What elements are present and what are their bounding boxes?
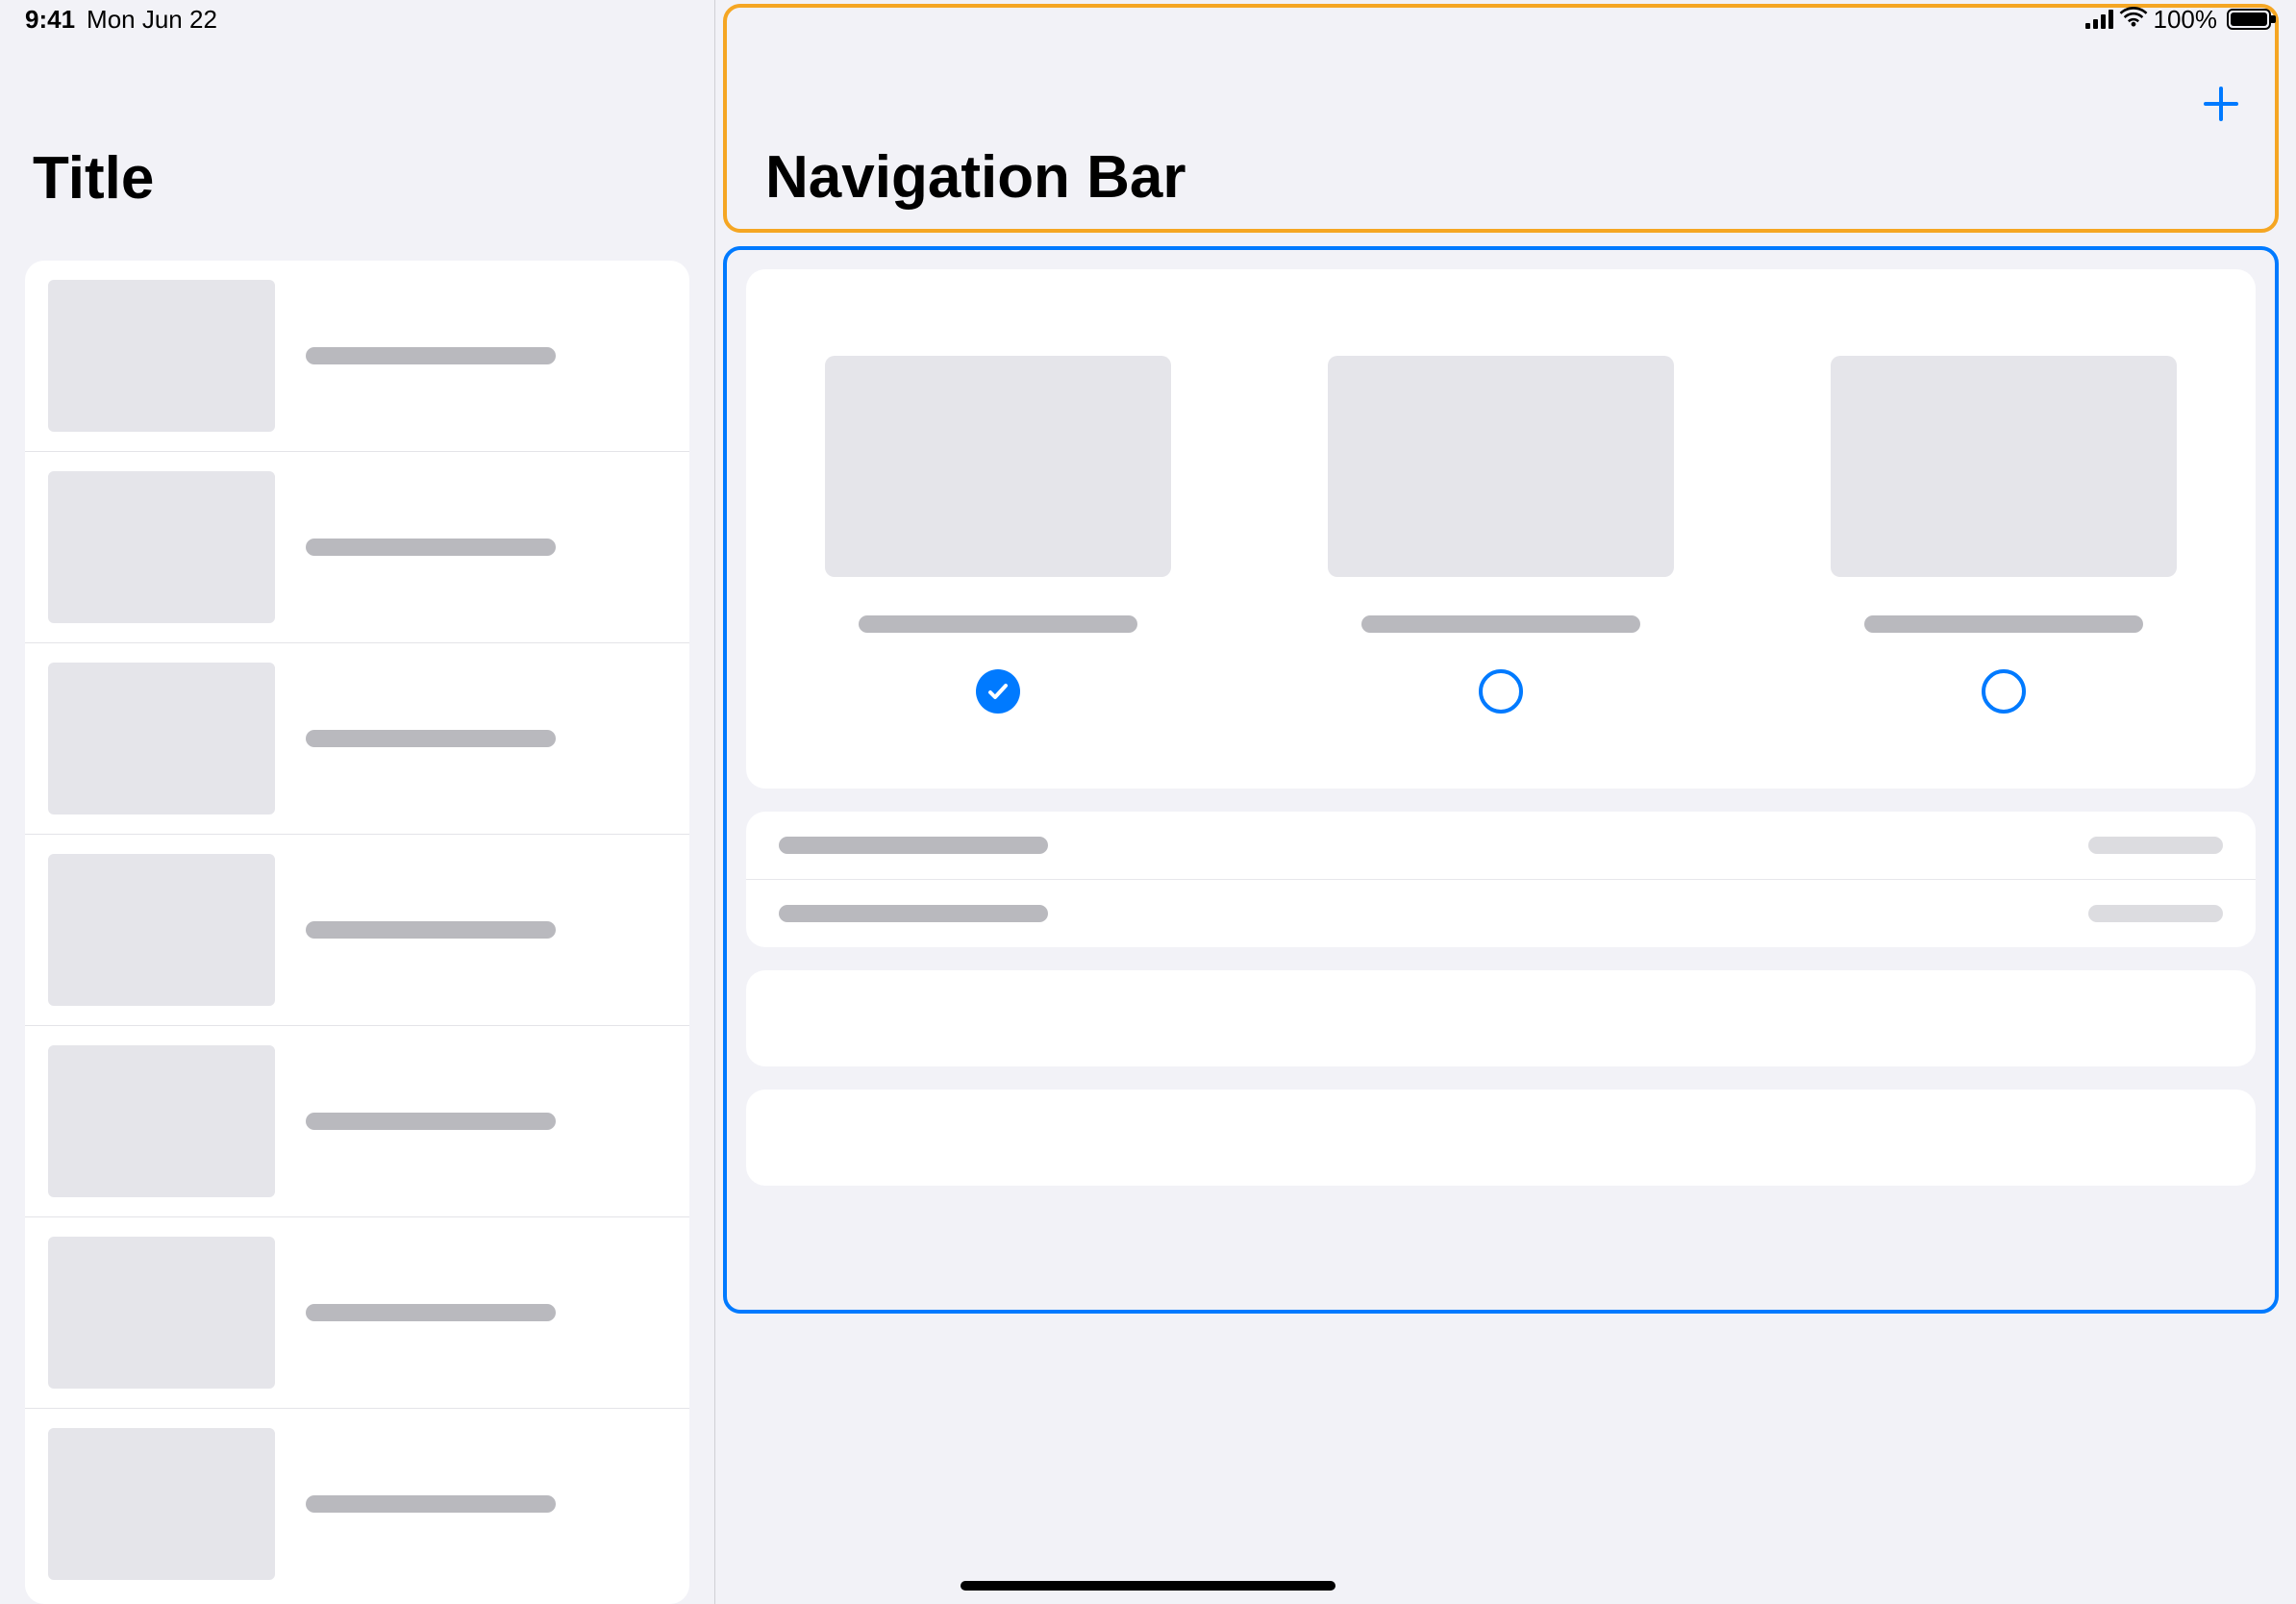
options-card xyxy=(746,269,2256,789)
thumbnail-placeholder xyxy=(48,1237,275,1389)
add-button[interactable] xyxy=(2202,85,2240,123)
thumbnail-placeholder xyxy=(1831,356,2177,577)
checkmark-icon xyxy=(986,679,1011,704)
text-placeholder xyxy=(1864,615,2143,633)
text-placeholder xyxy=(306,1495,556,1513)
home-indicator[interactable] xyxy=(961,1581,1335,1591)
text-placeholder xyxy=(859,615,1137,633)
text-placeholder xyxy=(306,1113,556,1130)
thumbnail-placeholder xyxy=(48,1045,275,1197)
thumbnail-placeholder xyxy=(48,663,275,815)
radio-unselected-icon[interactable] xyxy=(1982,669,2026,714)
info-value xyxy=(2088,837,2223,854)
sidebar-title: Title xyxy=(0,0,714,261)
battery-percent: 100% xyxy=(2154,5,2218,35)
status-date: Mon Jun 22 xyxy=(87,5,217,35)
cellular-signal-icon xyxy=(2085,10,2113,29)
sidebar: Title xyxy=(0,0,715,1604)
thumbnail-placeholder xyxy=(48,280,275,432)
thumbnail-placeholder xyxy=(825,356,1171,577)
radio-unselected-icon[interactable] xyxy=(1479,669,1523,714)
thumbnail-placeholder xyxy=(48,1428,275,1580)
info-card xyxy=(746,812,2256,947)
list-item[interactable] xyxy=(25,452,689,643)
list-item[interactable] xyxy=(25,643,689,835)
sidebar-list[interactable] xyxy=(25,261,689,1604)
status-time: 9:41 xyxy=(25,5,75,35)
text-placeholder xyxy=(1361,615,1640,633)
detail-pane: Navigation Bar xyxy=(715,0,2296,1604)
list-item[interactable] xyxy=(25,261,689,452)
info-label xyxy=(779,905,1048,922)
empty-card[interactable] xyxy=(746,1090,2256,1186)
list-item[interactable] xyxy=(25,1409,689,1599)
info-row[interactable] xyxy=(746,880,2256,947)
content-region[interactable] xyxy=(723,246,2279,1314)
list-item[interactable] xyxy=(25,1026,689,1217)
thumbnail-placeholder xyxy=(48,471,275,623)
option-tile[interactable] xyxy=(1328,356,1674,714)
text-placeholder xyxy=(306,730,556,747)
radio-selected-icon[interactable] xyxy=(976,669,1020,714)
info-label xyxy=(779,837,1048,854)
navigation-bar-title: Navigation Bar xyxy=(765,143,1186,212)
battery-icon xyxy=(2227,9,2271,30)
status-bar: 9:41 Mon Jun 22 100% xyxy=(0,0,2296,38)
info-value xyxy=(2088,905,2223,922)
option-tile[interactable] xyxy=(1831,356,2177,714)
list-item[interactable] xyxy=(25,1217,689,1409)
status-left: 9:41 Mon Jun 22 xyxy=(25,5,217,35)
text-placeholder xyxy=(306,1304,556,1321)
plus-icon xyxy=(2202,85,2240,123)
thumbnail-placeholder xyxy=(48,854,275,1006)
wifi-icon xyxy=(2119,5,2148,35)
list-item[interactable] xyxy=(25,835,689,1026)
status-right: 100% xyxy=(2085,5,2272,35)
text-placeholder xyxy=(306,921,556,939)
text-placeholder xyxy=(306,347,556,364)
option-tile[interactable] xyxy=(825,356,1171,714)
text-placeholder xyxy=(306,539,556,556)
info-row[interactable] xyxy=(746,812,2256,880)
empty-card[interactable] xyxy=(746,970,2256,1066)
thumbnail-placeholder xyxy=(1328,356,1674,577)
